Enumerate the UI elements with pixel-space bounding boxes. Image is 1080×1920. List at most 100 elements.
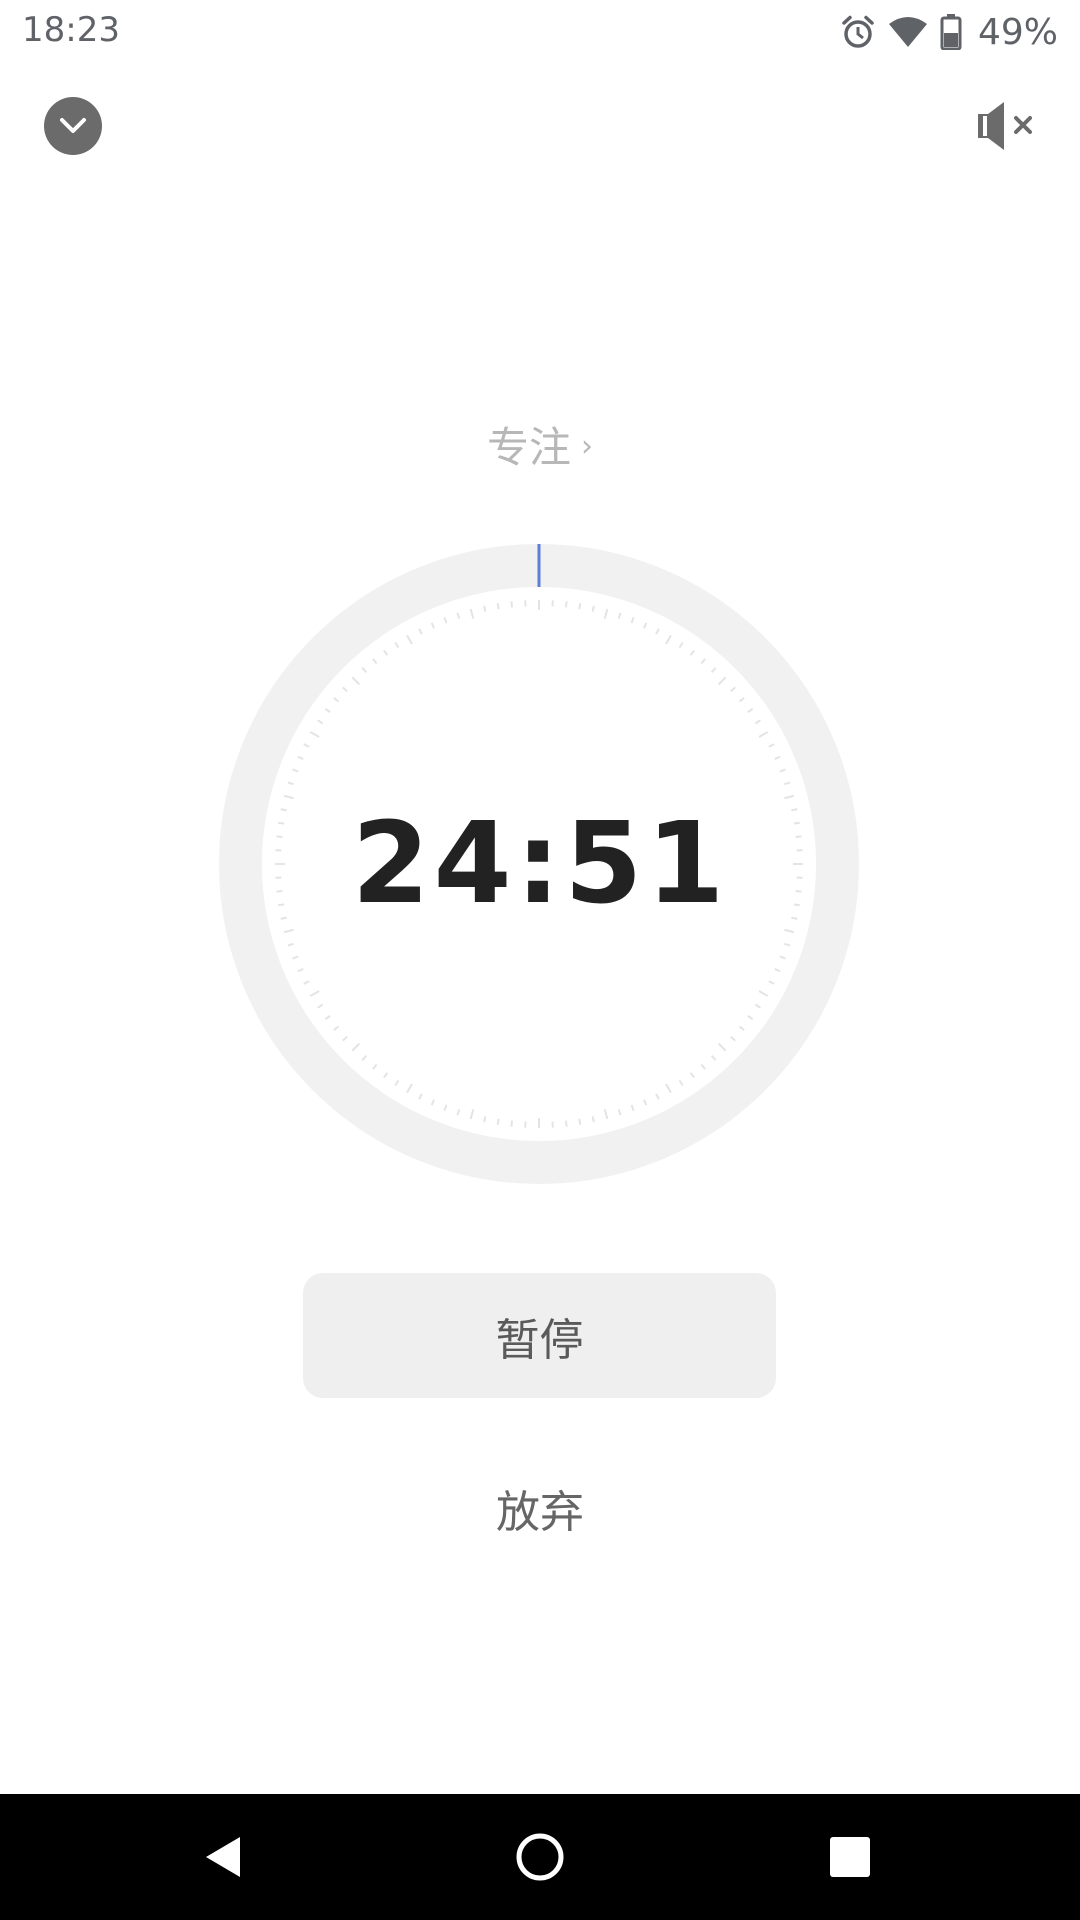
tick-mark <box>779 768 786 773</box>
tick-mark <box>317 719 324 725</box>
tick-mark <box>603 1109 609 1120</box>
tick-mark <box>510 1120 514 1127</box>
tick-mark <box>361 667 368 673</box>
home-icon <box>516 1833 564 1881</box>
collapse-button[interactable] <box>44 97 102 155</box>
tick-mark <box>768 743 775 748</box>
tick-mark <box>643 1099 648 1106</box>
abandon-button[interactable]: 放弃 <box>0 1476 1080 1540</box>
tick-mark <box>754 1003 761 1009</box>
tick-mark <box>309 990 320 997</box>
tick-mark <box>717 676 727 686</box>
nav-back-button[interactable] <box>161 1794 287 1920</box>
tick-mark <box>578 1118 582 1125</box>
tick-mark <box>603 608 609 619</box>
tick-mark <box>591 605 595 612</box>
tick-mark <box>406 634 413 645</box>
tick-mark <box>456 1109 461 1116</box>
tick-mark <box>361 1055 368 1061</box>
tick-mark <box>469 1109 475 1120</box>
status-time: 18:23 <box>22 10 120 50</box>
tick-mark <box>430 622 435 629</box>
tick-mark <box>383 649 389 656</box>
tick-mark <box>496 1118 500 1125</box>
focus-mode-selector[interactable]: 专注 › <box>0 414 1080 475</box>
abandon-button-label: 放弃 <box>496 1487 584 1538</box>
chevron-down-icon <box>60 118 86 133</box>
tick-mark <box>430 1099 435 1106</box>
tick-mark <box>710 667 717 673</box>
tick-mark <box>738 1025 745 1031</box>
wifi-icon <box>888 17 927 47</box>
tick-mark <box>747 1014 754 1020</box>
tick-mark <box>655 628 660 635</box>
nav-recents-button[interactable] <box>787 1794 913 1920</box>
tick-mark <box>617 1109 622 1116</box>
tick-mark <box>283 794 294 800</box>
tick-mark <box>774 968 781 973</box>
tick-mark <box>784 794 795 800</box>
tick-mark <box>710 1055 717 1061</box>
chevron-right-icon: › <box>581 429 593 464</box>
recents-icon <box>830 1837 870 1877</box>
tick-mark <box>630 1104 635 1111</box>
tick-mark <box>665 634 672 645</box>
tick-mark <box>630 617 635 624</box>
tick-mark <box>779 955 786 960</box>
tick-mark <box>324 1014 331 1020</box>
tick-mark <box>297 968 304 973</box>
tick-mark <box>754 719 761 725</box>
focus-mode-label: 专注 <box>486 423 571 472</box>
tick-mark <box>317 1003 324 1009</box>
tick-mark <box>456 612 461 619</box>
tick-mark <box>394 1079 400 1086</box>
tick-mark <box>717 1042 727 1052</box>
tick-mark <box>784 928 795 934</box>
pause-button[interactable]: 暂停 <box>303 1273 776 1398</box>
tick-mark <box>617 612 622 619</box>
tick-mark <box>564 1120 568 1127</box>
tick-mark <box>287 942 294 947</box>
sound-toggle-button[interactable] <box>974 98 1040 154</box>
tick-mark <box>303 980 310 985</box>
tick-mark <box>510 601 514 608</box>
tick-mark <box>292 955 299 960</box>
tick-mark <box>665 1083 672 1094</box>
tick-mark <box>784 942 791 947</box>
timer-display: 24:51 <box>351 799 729 929</box>
tick-mark <box>309 731 320 738</box>
tick-mark <box>747 708 754 714</box>
tick-mark <box>758 990 769 997</box>
volume-mute-icon <box>978 102 1032 150</box>
tick-mark <box>283 928 294 934</box>
tick-mark <box>564 601 568 608</box>
tick-mark <box>418 1093 423 1100</box>
tick-mark <box>738 697 745 703</box>
tick-mark <box>351 676 361 686</box>
tick-mark <box>689 649 695 656</box>
battery-icon <box>940 14 962 50</box>
tick-mark <box>700 1063 706 1070</box>
tick-mark <box>643 622 648 629</box>
tick-mark <box>758 731 769 738</box>
tick-mark <box>678 642 684 649</box>
nav-home-button[interactable] <box>477 1794 603 1920</box>
tick-mark <box>303 743 310 748</box>
tick-mark <box>483 1116 487 1123</box>
status-bar: 18:23 49% <box>0 0 1080 64</box>
tick-mark <box>700 658 706 665</box>
tick-mark <box>342 686 348 693</box>
tick-mark <box>678 1079 684 1086</box>
tick-mark <box>372 658 378 665</box>
tick-mark <box>351 1042 361 1052</box>
tick-mark <box>324 708 331 714</box>
tick-mark <box>496 603 500 610</box>
tick-mark <box>342 1035 348 1042</box>
tick-mark <box>768 980 775 985</box>
tick-mark <box>689 1072 695 1079</box>
tick-mark <box>784 781 791 786</box>
navigation-bar <box>0 1794 1080 1920</box>
tick-mark <box>383 1072 389 1079</box>
tick-mark <box>333 1025 340 1031</box>
tick-mark <box>730 1035 736 1042</box>
